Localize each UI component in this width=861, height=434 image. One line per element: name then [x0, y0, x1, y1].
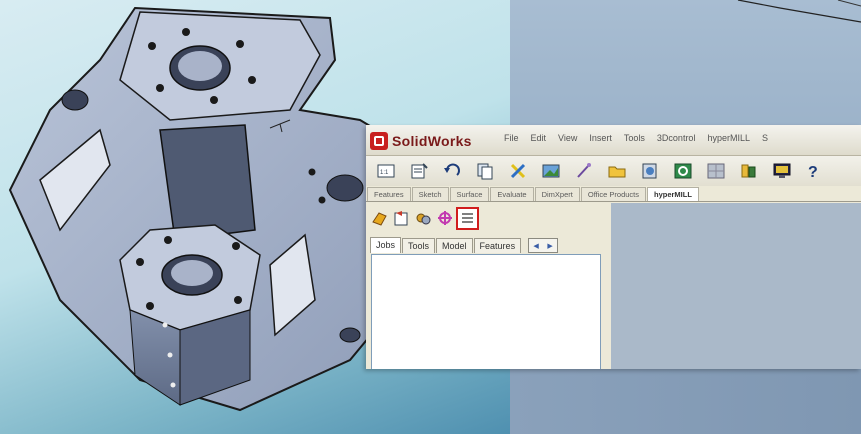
menu-items: File Edit View Insert Tools 3Dcontrol hy…: [504, 133, 768, 143]
tab-features[interactable]: Features: [473, 238, 522, 253]
cmd-tab-evaluate[interactable]: Evaluate: [490, 187, 534, 201]
options-icon[interactable]: [407, 160, 431, 182]
menu-s[interactable]: S: [762, 133, 768, 143]
tab-model[interactable]: Model: [436, 238, 473, 253]
tab-scroll-right-icon[interactable]: ▶: [547, 242, 552, 250]
svg-text:?: ?: [808, 164, 818, 180]
manager-panel-icons: [370, 207, 479, 230]
tab-scroll-left-icon[interactable]: ◀: [533, 242, 538, 250]
graphics-area[interactable]: [611, 203, 861, 369]
monitor-icon[interactable]: [770, 160, 794, 182]
tab-scroll-arrows[interactable]: ◀ ▶: [528, 238, 559, 253]
cmd-tab-office-products[interactable]: Office Products: [580, 187, 646, 201]
config-icon[interactable]: [414, 209, 433, 228]
background-bottom-area: [510, 366, 861, 434]
cmd-tab-surface[interactable]: Surface: [449, 187, 490, 201]
menu-view[interactable]: View: [558, 133, 577, 143]
delete-icon[interactable]: [506, 160, 530, 182]
menu-3dcontrol[interactable]: 3Dcontrol: [657, 133, 696, 143]
tab-tools[interactable]: Tools: [402, 238, 436, 253]
menu-bar: SolidWorks File Edit View Insert Tools 3…: [366, 125, 861, 156]
solidworks-logo-icon: [370, 132, 388, 150]
solidworks-logo[interactable]: SolidWorks: [370, 131, 472, 151]
menu-insert[interactable]: Insert: [589, 133, 612, 143]
svg-text:1:1: 1:1: [380, 170, 389, 176]
main-toolbar: 1:1 ?: [366, 156, 861, 186]
undo-icon[interactable]: [440, 160, 464, 182]
folder-icon[interactable]: [605, 160, 629, 182]
solidworks-window: SolidWorks File Edit View Insert Tools 3…: [366, 125, 861, 369]
menu-edit[interactable]: Edit: [531, 133, 547, 143]
command-manager-tabs: Features Sketch Surface Evaluate DimXper…: [366, 186, 861, 202]
cmd-tab-hypermill[interactable]: hyperMILL: [647, 187, 699, 201]
copy-icon[interactable]: [473, 160, 497, 182]
menu-tools[interactable]: Tools: [624, 133, 645, 143]
sketch-icon[interactable]: [572, 160, 596, 182]
dimxpert-icon[interactable]: [436, 209, 455, 228]
solidworks-logo-text: SolidWorks: [392, 133, 472, 149]
feature-tree-icon[interactable]: [370, 209, 389, 228]
new-icon[interactable]: 1:1: [374, 160, 398, 182]
tool-db-icon[interactable]: [638, 160, 662, 182]
cmd-tab-features[interactable]: Features: [367, 187, 411, 201]
manager-panel: Jobs Tools Model Features ◀ ▶: [366, 203, 612, 369]
menu-hypermill[interactable]: hyperMILL: [707, 133, 750, 143]
grid-icon[interactable]: [704, 160, 728, 182]
property-icon[interactable]: [392, 209, 411, 228]
cmd-tab-sketch[interactable]: Sketch: [411, 187, 449, 201]
jobs-list[interactable]: [371, 254, 601, 369]
tab-jobs[interactable]: Jobs: [370, 237, 402, 253]
help-icon[interactable]: ?: [803, 160, 827, 182]
image-icon[interactable]: [539, 160, 563, 182]
database-icon[interactable]: [737, 160, 761, 182]
menu-file[interactable]: File: [504, 133, 519, 143]
refresh-icon[interactable]: [671, 160, 695, 182]
hypermill-browser-tabs: Jobs Tools Model Features ◀ ▶: [370, 237, 559, 253]
hypermill-browser-icon[interactable]: [456, 207, 479, 230]
cmd-tab-dimxpert[interactable]: DimXpert: [534, 187, 580, 201]
